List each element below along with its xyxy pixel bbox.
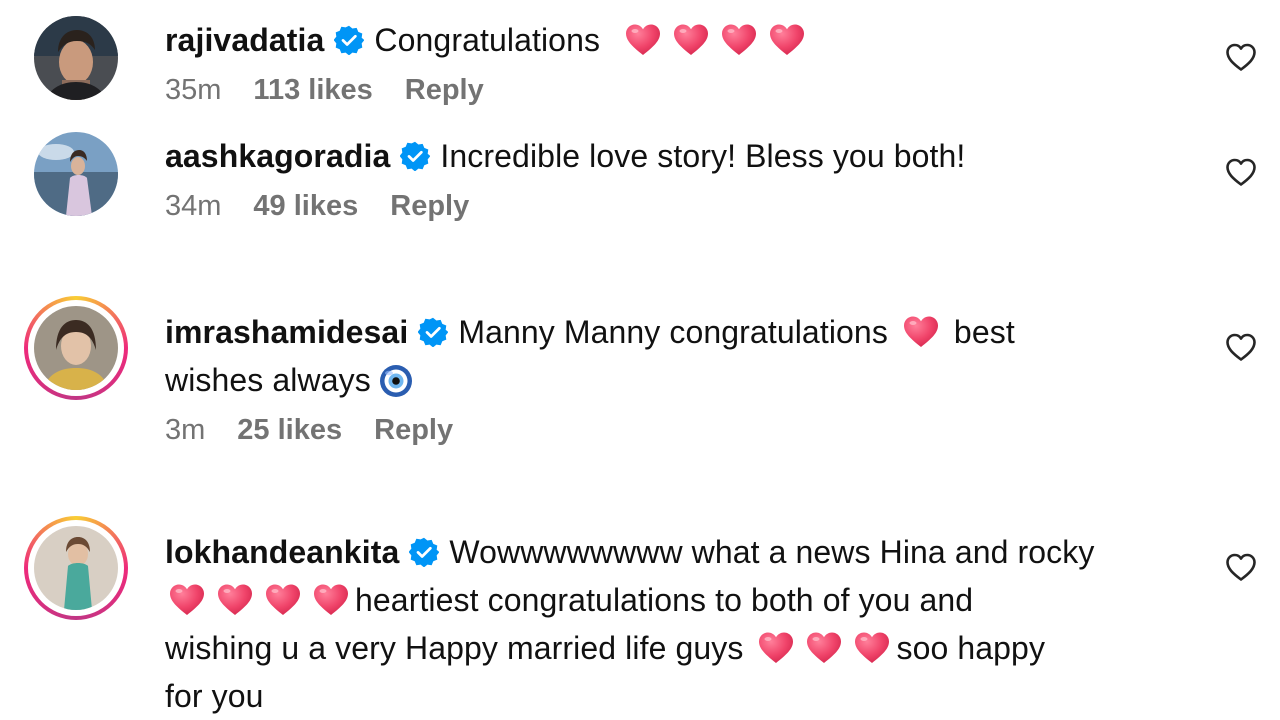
verified-badge-icon — [400, 141, 430, 171]
avatar-story-ring[interactable] — [24, 516, 128, 620]
red-heart-emoji-icon — [217, 583, 253, 617]
comment-text: aashkagoradia Incredible love story! Bles… — [165, 132, 1195, 180]
username[interactable]: lokhandeankita — [165, 534, 399, 570]
username[interactable]: aashkagoradia — [165, 138, 390, 174]
heart-outline-icon[interactable] — [1224, 155, 1258, 189]
verified-badge-icon — [418, 317, 448, 347]
heart-outline-icon[interactable] — [1224, 40, 1258, 74]
red-heart-emoji-icon — [313, 583, 349, 617]
heart-outline-icon[interactable] — [1224, 550, 1258, 584]
comment-body: wishing u a very Happy married life guys — [165, 630, 744, 666]
red-heart-emoji-icon — [169, 583, 205, 617]
profile-photo-icon — [34, 132, 118, 216]
verified-badge-icon — [409, 537, 439, 567]
comment-meta: 34m 49 likes Reply — [165, 190, 1195, 223]
comment-body: best — [953, 314, 1015, 350]
comment-text: imrashamidesai Manny Manny congratulation… — [165, 308, 1195, 404]
comment-body: soo happy — [896, 630, 1046, 666]
comment-text: lokhandeankita Wowwwwwwww what a news Hin… — [165, 528, 1195, 720]
red-heart-emoji-icon — [673, 23, 709, 57]
username[interactable]: rajivadatia — [165, 22, 324, 58]
red-heart-emoji-icon — [721, 23, 757, 57]
comment-body: heartiest congratulations to both of you… — [355, 582, 974, 618]
reply-button[interactable]: Reply — [405, 74, 484, 107]
comment-body: Incredible love story! Bless you both! — [440, 138, 966, 174]
red-heart-emoji-icon — [625, 23, 661, 57]
likes-count[interactable]: 113 likes — [253, 74, 372, 107]
comment-body: for you — [165, 678, 264, 714]
timestamp: 3m — [165, 414, 206, 446]
avatar-story-ring[interactable] — [24, 296, 128, 400]
red-heart-emoji-icon — [903, 315, 939, 349]
heart-outline-icon[interactable] — [1224, 330, 1258, 364]
likes-count[interactable]: 49 likes — [253, 190, 358, 223]
reply-button[interactable]: Reply — [390, 190, 469, 223]
timestamp: 35m — [165, 74, 222, 106]
red-heart-emoji-icon — [806, 631, 842, 665]
red-heart-emoji-icon — [854, 631, 890, 665]
avatar[interactable] — [34, 132, 118, 216]
red-heart-emoji-icon — [265, 583, 301, 617]
username[interactable]: imrashamidesai — [165, 314, 408, 350]
comment-body: Congratulations — [374, 22, 601, 58]
red-heart-emoji-icon — [758, 631, 794, 665]
comment-body: Wowwwwwwww what a news Hina and rocky — [449, 534, 1095, 570]
profile-photo-icon — [34, 16, 118, 100]
avatar-ring-gap — [28, 300, 124, 396]
profile-photo-icon — [34, 526, 118, 610]
comment-text: rajivadatia Congratulations — [165, 16, 1195, 64]
comment-body: wishes always — [165, 362, 371, 398]
profile-photo-icon — [34, 306, 118, 390]
verified-badge-icon — [334, 25, 364, 55]
comment-meta: 3m 25 likes Reply — [165, 414, 1195, 447]
timestamp: 34m — [165, 190, 222, 222]
avatar[interactable] — [34, 16, 118, 100]
comment-meta: 35m 113 likes Reply — [165, 74, 1195, 107]
avatar-ring-gap — [28, 520, 124, 616]
comment-body: Manny Manny congratulations — [458, 314, 888, 350]
red-heart-emoji-icon — [769, 23, 805, 57]
nazar-amulet-emoji-icon — [379, 364, 413, 398]
reply-button[interactable]: Reply — [374, 414, 453, 447]
likes-count[interactable]: 25 likes — [237, 414, 342, 447]
